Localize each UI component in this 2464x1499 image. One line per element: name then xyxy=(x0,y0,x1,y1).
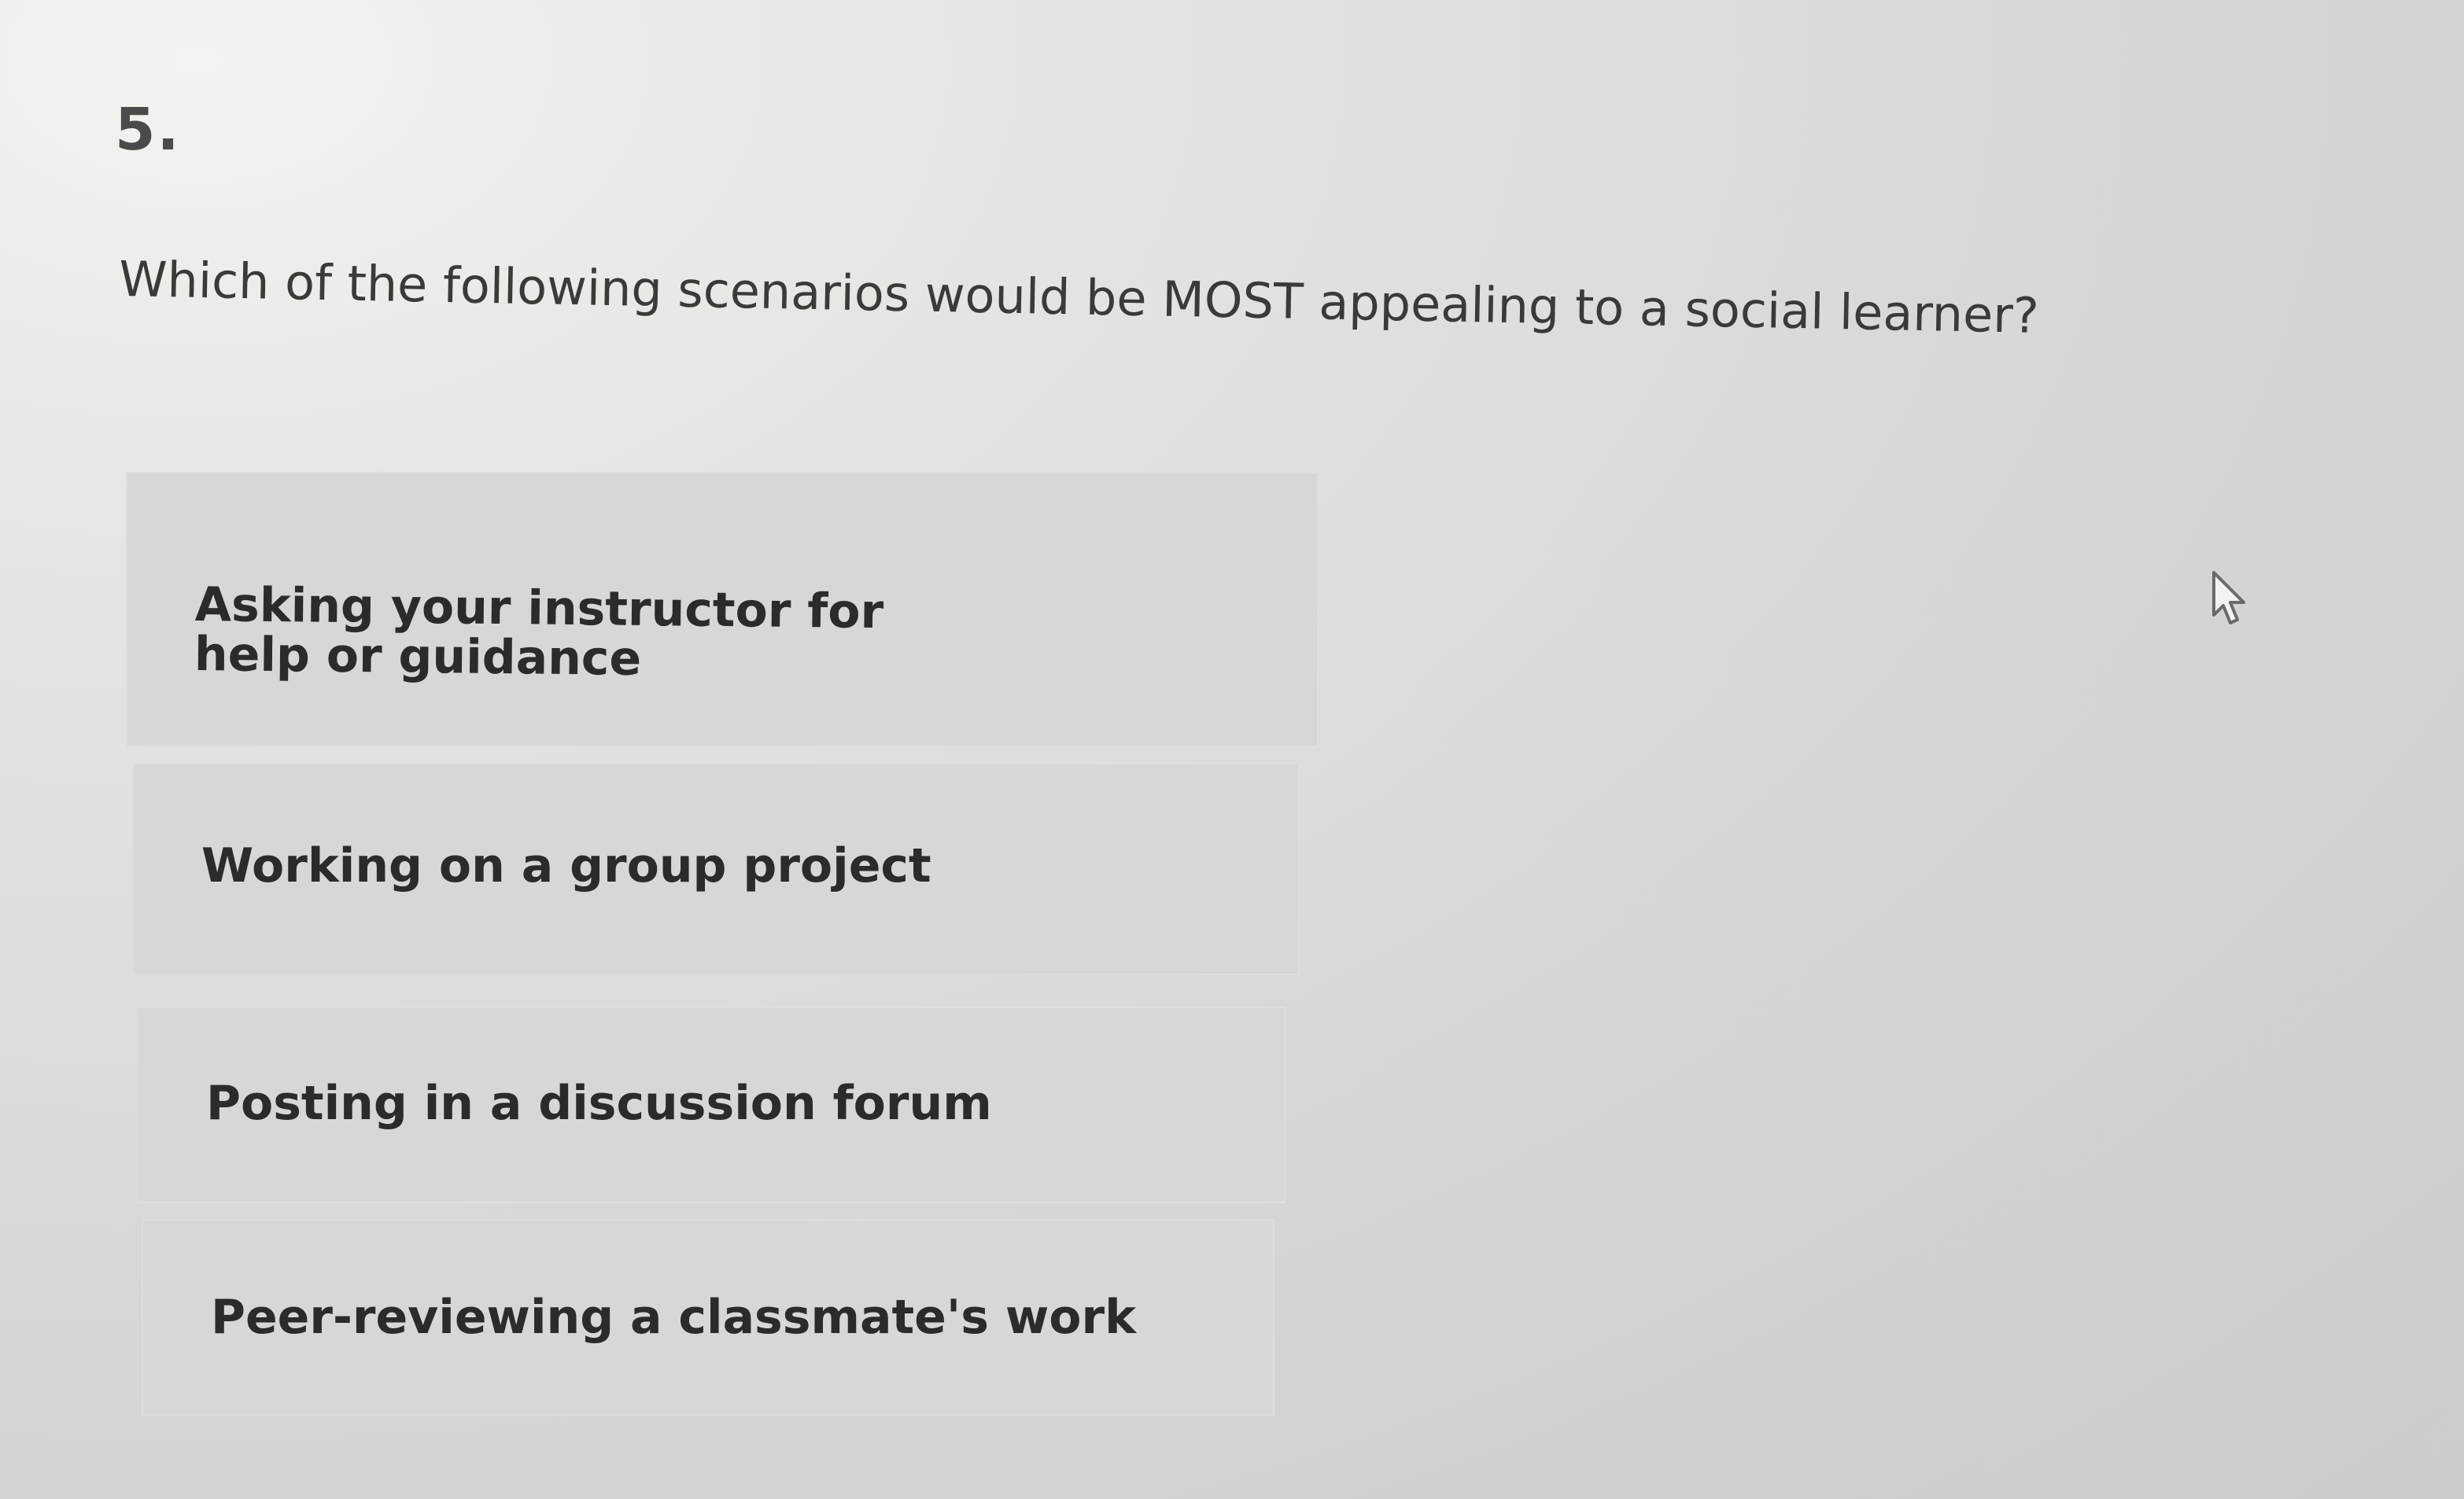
answer-option-d[interactable]: Peer-reviewing a classmate's work xyxy=(142,1219,1274,1416)
answer-option-a[interactable]: Asking your instructor for help or guida… xyxy=(126,472,1319,747)
mouse-pointer-icon xyxy=(2212,571,2245,624)
answer-option-d-label: Peer-reviewing a classmate's work xyxy=(211,1290,1136,1345)
answer-option-a-label: Asking your instructor for help or guida… xyxy=(194,577,1013,688)
question-number: 5. xyxy=(115,96,181,164)
answer-option-b[interactable]: Working on a group project xyxy=(132,763,1300,975)
answer-option-c[interactable]: Posting in a discussion forum xyxy=(137,1007,1285,1203)
answer-option-c-label: Posting in a discussion forum xyxy=(206,1076,992,1131)
answer-option-b-label: Working on a group project xyxy=(201,838,931,893)
answer-option-a-text: Asking your instructor for help or guida… xyxy=(194,577,884,687)
question-text: Which of the following scenarios would b… xyxy=(118,250,2040,344)
